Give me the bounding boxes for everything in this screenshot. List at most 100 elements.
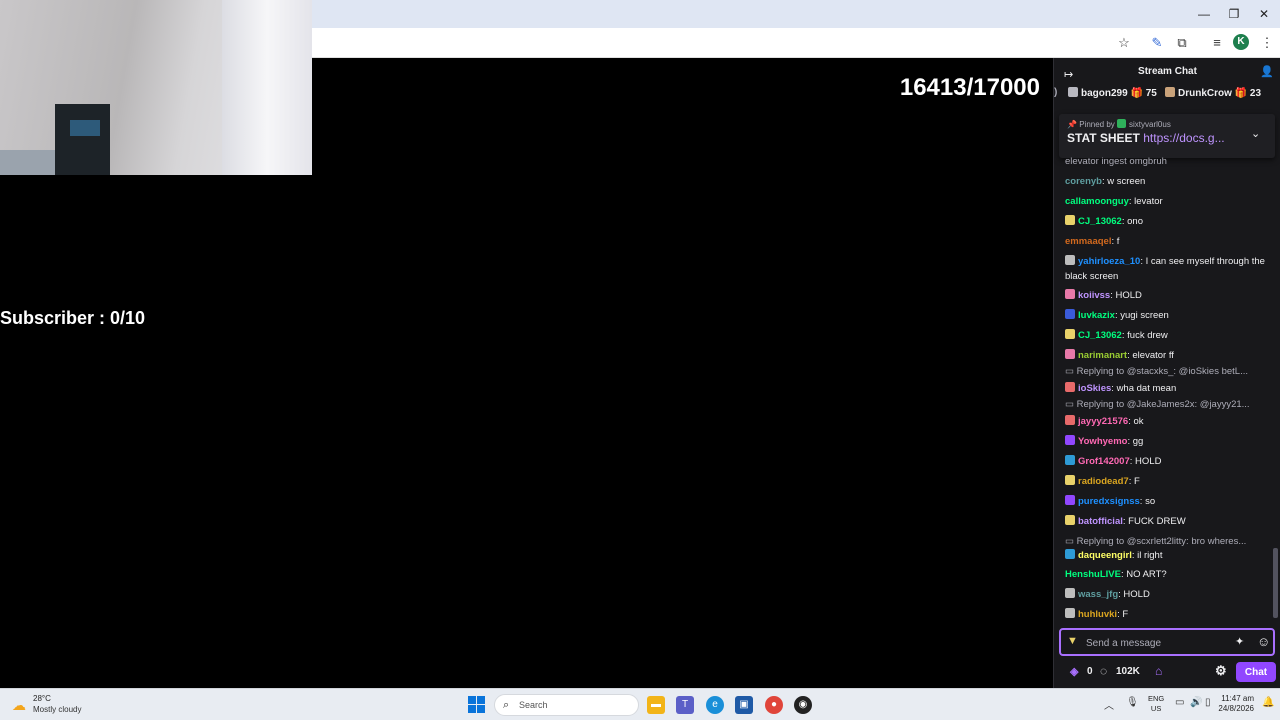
magic-wand-icon[interactable]: ✦ — [1235, 635, 1244, 648]
chat-message: callamoonguy: levator — [1065, 196, 1163, 207]
leaderboard-item[interactable]: DrunkCrow 🎁 23 — [1165, 87, 1261, 99]
weather-cloud-icon[interactable]: ☁ — [12, 697, 26, 714]
extension-pen-icon[interactable]: ✎ — [1148, 34, 1166, 52]
chat-message: batofficial: FUCK DREW — [1065, 514, 1265, 529]
chevron-down-icon[interactable]: ⌄ — [1251, 127, 1260, 140]
weather-description[interactable]: Mostly cloudy — [33, 705, 81, 714]
chat-send-button[interactable]: Chat — [1236, 662, 1276, 682]
store-icon[interactable]: ▣ — [735, 696, 753, 714]
chat-username[interactable]: Grof142007 — [1078, 456, 1130, 467]
extensions-puzzle-icon[interactable]: ⧉ — [1173, 34, 1191, 52]
chat-message: CJ_13062: ono — [1065, 214, 1265, 229]
reply-indicator: ▭ Replying to @JakeJames2x: @jayyy21... — [1065, 397, 1265, 412]
community-users-icon[interactable]: 👤 — [1260, 65, 1274, 79]
chat-username[interactable]: ioSkies — [1078, 383, 1111, 394]
teams-icon[interactable]: T — [676, 696, 694, 714]
user-badge-icon[interactable] — [1065, 588, 1075, 598]
edge-browser-icon[interactable]: e — [706, 696, 724, 714]
user-badge-icon[interactable] — [1065, 435, 1075, 445]
emote-picker-icon[interactable]: ☺ — [1257, 634, 1270, 649]
system-clock[interactable]: 11:47 am 24/8/2026 — [1212, 694, 1254, 714]
windows-taskbar: ☁ 28°C Mostly cloudy ⌕ Search ▬ T e ▣ ● … — [0, 688, 1280, 720]
chat-username[interactable]: CJ_13062 — [1078, 330, 1122, 341]
media-control-icon[interactable]: ≡ — [1208, 34, 1226, 52]
user-badge-icon[interactable] — [1065, 415, 1075, 425]
chat-username[interactable]: HenshuLIVE — [1065, 569, 1121, 580]
user-badge-icon[interactable] — [1065, 495, 1075, 505]
chat-input[interactable] — [1086, 636, 1226, 650]
user-badge-icon[interactable] — [1065, 382, 1075, 392]
weather-temperature[interactable]: 28°C — [33, 694, 51, 703]
user-badge-icon[interactable] — [1065, 608, 1075, 618]
chat-username[interactable]: jayyy21576 — [1078, 416, 1128, 427]
pinned-link[interactable]: https://docs.g... — [1143, 131, 1224, 145]
chat-message-text: yugi screen — [1120, 310, 1169, 321]
user-badge-icon[interactable] — [1065, 309, 1075, 319]
reply-text[interactable]: Replying to @JakeJames2x: @jayyy21... — [1077, 399, 1250, 410]
webcam-feed — [0, 0, 312, 175]
chat-message: jayyy21576: ok — [1065, 414, 1265, 429]
chat-username[interactable]: CJ_13062 — [1078, 216, 1122, 227]
chat-message-text: F — [1133, 476, 1140, 487]
user-badge-icon[interactable] — [1065, 455, 1075, 465]
file-explorer-icon[interactable]: ▬ — [647, 696, 665, 714]
chat-username[interactable]: batofficial — [1078, 516, 1123, 527]
chat-input-box[interactable]: ▼ ✦ ☺ — [1059, 628, 1275, 656]
user-badge-icon[interactable] — [1065, 289, 1075, 299]
settings-gear-icon[interactable]: ⚙ — [1215, 663, 1227, 679]
channel-points-count[interactable]: 102K — [1116, 666, 1140, 677]
bookmark-star-icon[interactable]: ☆ — [1115, 34, 1133, 52]
chat-username[interactable]: radiodead7 — [1078, 476, 1129, 487]
profile-avatar[interactable]: K — [1233, 34, 1249, 50]
reply-text[interactable]: Replying to @stacxks_: @ioSkies betL... — [1077, 366, 1248, 377]
user-badge-icon[interactable] — [1065, 515, 1075, 525]
user-badge-icon[interactable] — [1065, 329, 1075, 339]
chrome-browser-icon[interactable]: ● — [765, 696, 783, 714]
chat-title: Stream Chat — [1138, 66, 1197, 77]
chat-username[interactable]: yahirloeza_10 — [1078, 256, 1140, 267]
close-button[interactable]: ✕ — [1256, 6, 1272, 22]
prediction-icon[interactable]: ⌂ — [1155, 664, 1162, 678]
chat-username[interactable]: corenyb — [1065, 176, 1102, 187]
chat-username[interactable]: daqueengirl — [1078, 550, 1132, 561]
gift-leaderboard[interactable]: ) bagon299 🎁 75 DrunkCrow 🎁 23 — [1054, 87, 1280, 103]
leaderboard-item[interactable]: bagon299 🎁 75 — [1068, 87, 1157, 99]
chat-username[interactable]: huhluvki — [1078, 609, 1117, 620]
taskbar-search[interactable]: ⌕ Search — [494, 694, 639, 716]
user-badge-icon[interactable] — [1065, 349, 1075, 359]
obs-studio-icon[interactable]: ◉ — [794, 696, 812, 714]
chat-username[interactable]: narimanart — [1078, 350, 1127, 361]
chat-bottom-bar: ◈ 0 ◌ 102K ⌂ ⚙ Chat — [1054, 662, 1280, 684]
chat-message: emmaaqel: f — [1065, 236, 1120, 247]
chat-message: daqueengirl: il right — [1065, 548, 1265, 563]
subscriber-goal: Subscriber : 0/10 — [0, 308, 146, 328]
bits-icon[interactable]: ◈ — [1070, 665, 1078, 678]
pinned-message[interactable]: 📌 Pinned by sixtyvarl0us STAT SHEET http… — [1059, 114, 1275, 158]
user-badge-icon[interactable] — [1065, 255, 1075, 265]
microphone-icon[interactable]: 🎙 — [1126, 697, 1139, 708]
volume-icon[interactable]: 🔊 — [1190, 697, 1202, 708]
menu-kebab-icon[interactable]: ⋮ — [1258, 34, 1276, 52]
network-icon[interactable]: ▭ — [1175, 697, 1184, 708]
chat-username[interactable]: callamoonguy — [1065, 196, 1129, 207]
notification-bell-icon[interactable]: 🔔 — [1262, 697, 1274, 708]
chat-username[interactable]: puredxsignss — [1078, 496, 1140, 507]
badge-icon[interactable]: ▼ — [1067, 635, 1081, 649]
user-badge-icon[interactable] — [1065, 549, 1075, 559]
chat-scrollbar[interactable] — [1273, 548, 1278, 618]
tray-overflow-icon[interactable]: ︿ — [1104, 697, 1114, 712]
user-badge-icon[interactable] — [1065, 475, 1075, 485]
chat-username[interactable]: wass_jfg — [1078, 589, 1118, 600]
chat-username[interactable]: koiivss — [1078, 290, 1110, 301]
chat-username[interactable]: luvkazix — [1078, 310, 1115, 321]
user-badge-icon[interactable] — [1065, 215, 1075, 225]
windows-start-icon[interactable] — [468, 696, 486, 714]
chat-username[interactable]: Yowhyemo — [1078, 436, 1127, 447]
minimize-button[interactable]: — — [1196, 6, 1212, 22]
language-indicator[interactable]: ENG US — [1148, 694, 1164, 714]
channel-points-icon[interactable]: ◌ — [1100, 664, 1107, 678]
battery-icon[interactable]: ▯ — [1205, 697, 1211, 708]
restore-button[interactable]: ❐ — [1226, 6, 1242, 22]
chat-username[interactable]: emmaaqel — [1065, 236, 1111, 247]
reply-text[interactable]: Replying to @scxrlett2litty: bro wheres.… — [1077, 536, 1247, 547]
